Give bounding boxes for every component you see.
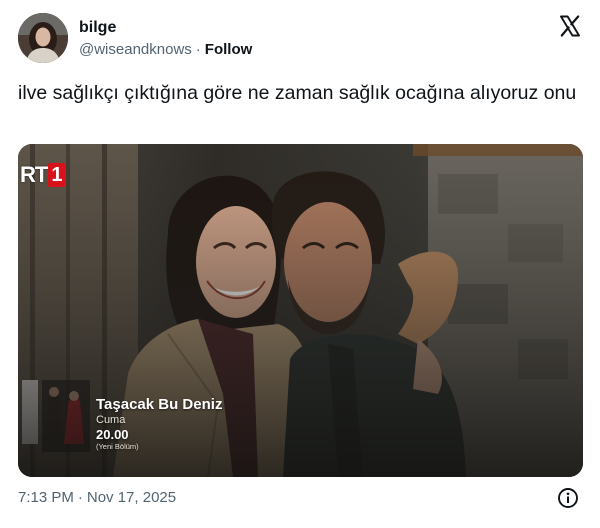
author-display-name[interactable]: bilge [79, 18, 116, 38]
author-handle[interactable]: @wiseandknows [79, 41, 192, 58]
channel-logo: RT 1 [20, 162, 66, 188]
promo-time: 20.00 [96, 427, 129, 442]
avatar[interactable] [18, 13, 68, 63]
tweet-media-image[interactable]: RT 1 Taşacak Bu Deniz Cuma 20.00 (Yeni Bö… [18, 144, 583, 477]
separator-dot: · [77, 489, 83, 506]
author-handle-row: @wiseandknows · Follow [79, 40, 252, 60]
separator-dot: · [195, 41, 201, 58]
tweet-timestamp[interactable]: 7:13 PM · Nov 17, 2025 [18, 488, 176, 508]
x-logo-icon[interactable] [558, 14, 582, 38]
tweet-time: 7:13 PM [18, 489, 74, 506]
channel-logo-number: 1 [48, 163, 66, 187]
tweet-text: ilve sağlıkçı çıktığına göre ne zaman sa… [18, 82, 577, 104]
promo-note: (Yeni Bölüm) [96, 442, 139, 451]
promo-title: Taşacak Bu Deniz [96, 396, 223, 413]
follow-button[interactable]: Follow [205, 41, 253, 58]
info-icon[interactable] [557, 487, 579, 509]
promo-day: Cuma [96, 414, 126, 426]
tweet-card: bilge @wiseandknows · Follow ilve sağlıkçı… [0, 0, 600, 528]
channel-logo-text: RT [20, 162, 48, 187]
avatar-image [18, 13, 68, 63]
tweet-date: Nov 17, 2025 [86, 489, 177, 506]
